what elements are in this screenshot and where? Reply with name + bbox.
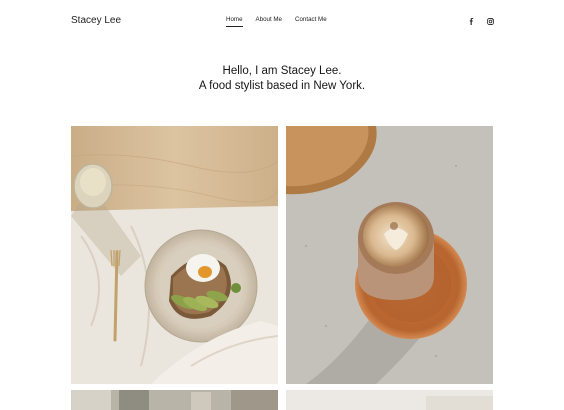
- instagram-icon[interactable]: [485, 16, 495, 26]
- nav-about[interactable]: About Me: [256, 16, 282, 23]
- cappuccino-photo[interactable]: [286, 126, 493, 384]
- facebook-icon[interactable]: [466, 16, 476, 26]
- hero-intro: Hello, I am Stacey Lee. A food stylist b…: [0, 64, 564, 94]
- site-logo[interactable]: Stacey Lee: [71, 15, 121, 26]
- cafe-photo[interactable]: [71, 390, 278, 410]
- avocado-toast-photo[interactable]: [71, 126, 278, 384]
- hero-tagline: A food stylist based in New York.: [198, 80, 366, 92]
- hero-greeting: Hello, I am Stacey Lee.: [222, 65, 342, 77]
- nav-contact[interactable]: Contact Me: [295, 16, 327, 23]
- kitchen-photo[interactable]: [286, 390, 493, 410]
- main-nav: Home About Me Contact Me: [226, 16, 327, 27]
- nav-home[interactable]: Home: [226, 16, 243, 27]
- site-header: Stacey Lee Home About Me Contact Me: [0, 0, 564, 44]
